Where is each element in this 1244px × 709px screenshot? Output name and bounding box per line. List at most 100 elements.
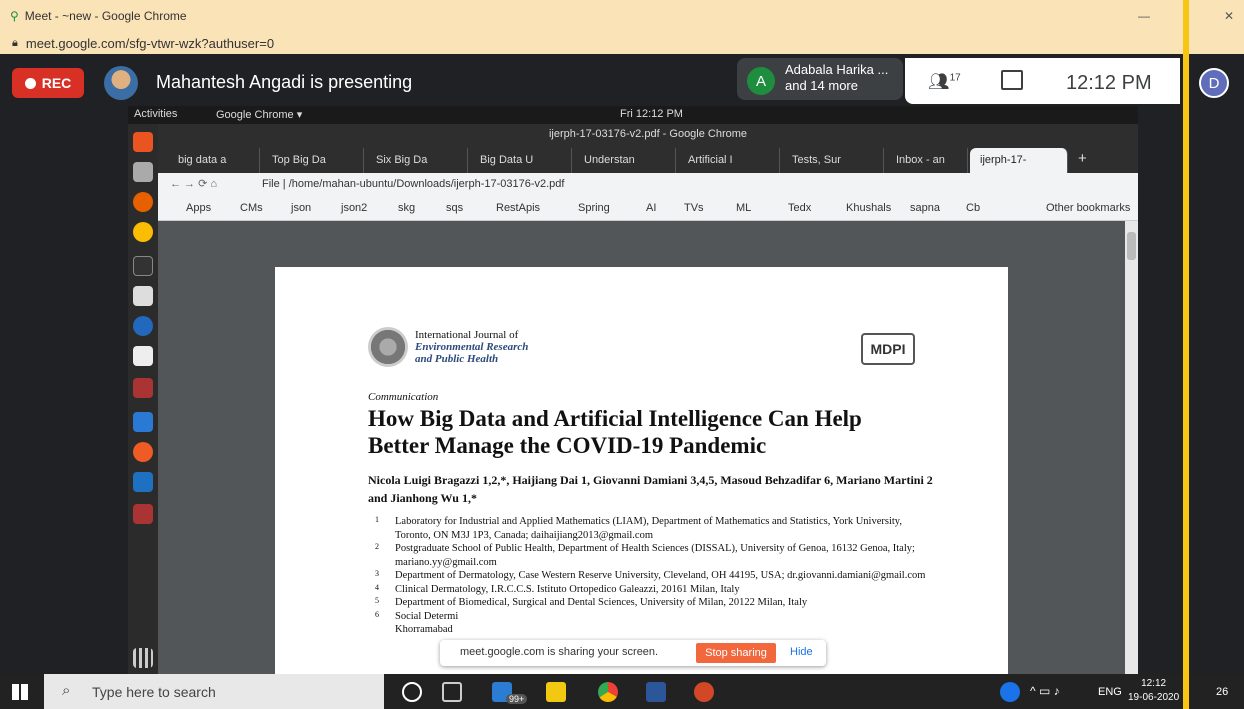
window-title: Meet - ~new - Google Chrome — [24, 9, 187, 23]
files-icon[interactable] — [133, 162, 153, 182]
bookmark[interactable]: Cb — [966, 202, 980, 214]
postman-icon[interactable] — [133, 442, 153, 462]
record-dot-icon — [24, 77, 36, 89]
bookmark[interactable]: CMs — [240, 202, 263, 214]
bookmark[interactable]: json2 — [341, 202, 367, 214]
publisher-logo: MDPI — [861, 333, 915, 365]
new-tab-icon[interactable]: + — [1078, 150, 1087, 167]
help-icon[interactable] — [1000, 682, 1020, 702]
affiliations: 1 Laboratory for Industrial and Applied M… — [375, 515, 935, 637]
chrome-dock-icon[interactable] — [133, 222, 153, 242]
other-bookmarks[interactable]: Other bookmarks — [1046, 202, 1130, 214]
user-avatar[interactable]: D — [1199, 68, 1229, 98]
stop-sharing-button[interactable]: Stop sharing — [696, 643, 776, 663]
bookmark[interactable]: AI — [646, 202, 656, 214]
omnibox[interactable]: ← → ⟳ ⌂ File | /home/mahan-ubuntu/Downlo… — [158, 173, 1138, 197]
participant-label: Adabala Harika ... and 14 more — [785, 62, 888, 94]
bookmark[interactable]: json — [291, 202, 311, 214]
ubuntu-top-bar: Activities Google Chrome ▾ Fri 12:12 PM — [128, 106, 1138, 124]
ubuntu-clock: Fri 12:12 PM — [620, 108, 683, 120]
window-title-bar: ⚲ Meet - ~new - Google Chrome — ✕ — [0, 0, 1244, 32]
system-tray-icons[interactable]: ^ ▭ ♪ — [1030, 684, 1060, 698]
affiliation: 4 Clinical Dermatology, I.R.C.C.S. Istitu… — [375, 582, 740, 595]
minimize-button[interactable]: — — [1138, 9, 1150, 23]
tab[interactable]: Tests, Sur — [782, 148, 884, 173]
ubuntu-software-icon[interactable] — [133, 132, 153, 152]
journal-logo — [368, 327, 408, 367]
tab[interactable]: Big Data U — [470, 148, 572, 173]
tab[interactable]: Artificial I — [678, 148, 780, 173]
tab-active[interactable]: ijerph-17- — [970, 148, 1068, 173]
meet-icon: ⚲ — [10, 9, 19, 23]
tab[interactable]: Understan — [574, 148, 676, 173]
text-editor-icon[interactable] — [133, 286, 153, 306]
firefox-icon[interactable] — [133, 192, 153, 212]
bookmark[interactable]: ML — [736, 202, 751, 214]
cortana-icon[interactable] — [402, 682, 422, 702]
tab[interactable]: Six Big Da — [366, 148, 468, 173]
word-icon[interactable] — [646, 682, 666, 702]
presenting-text: Mahantesh Angadi is presenting — [156, 72, 413, 92]
address-text[interactable]: File | /home/mahan-ubuntu/Downloads/ijer… — [262, 178, 564, 190]
show-apps-icon[interactable] — [133, 648, 153, 668]
file-explorer-icon[interactable] — [546, 682, 566, 702]
powerpoint-icon[interactable] — [694, 682, 714, 702]
participant-more: and 14 more — [785, 78, 858, 93]
affiliation: 2 Postgraduate School of Public Health, D… — [375, 542, 915, 568]
active-app-menu[interactable]: Google Chrome ▾ — [216, 108, 302, 121]
affiliation: 6 Social Determi — [375, 609, 459, 622]
tab[interactable]: Inbox - an — [886, 148, 968, 173]
recording-badge: REC — [12, 68, 84, 98]
search-icon: ⌕ — [62, 682, 71, 699]
bookmark[interactable]: Khushals — [846, 202, 891, 214]
rec-label: REC — [41, 75, 72, 91]
bookmark[interactable]: Spring — [578, 202, 610, 214]
participant-name: Adabala Harika ... — [785, 62, 889, 77]
windows-start-icon[interactable] — [12, 684, 28, 700]
url-bar[interactable]: 🔒︎ meet.google.com/sfg-vtwr-wzk?authuser… — [0, 32, 1244, 54]
tab[interactable]: big data a — [168, 148, 260, 173]
journal-line: and Public Health — [415, 353, 499, 365]
tab-strip: big data a Top Big Da Six Big Da Big Dat… — [158, 145, 1138, 173]
task-view-icon[interactable] — [442, 682, 462, 702]
meet-clock: 12:12 PM — [1066, 72, 1152, 94]
people-count: 17 — [949, 72, 961, 84]
activities[interactable]: Activities — [134, 108, 177, 120]
bookmark[interactable]: Apps — [186, 202, 211, 214]
sharing-message: meet.google.com is sharing your screen. — [460, 646, 659, 658]
bookmark[interactable]: sqs — [446, 202, 463, 214]
url-text[interactable]: meet.google.com/sfg-vtwr-wzk?authuser=0 — [26, 36, 274, 51]
scrollbar[interactable] — [1125, 221, 1138, 674]
network-icon[interactable] — [133, 378, 153, 398]
network2-icon[interactable] — [133, 504, 153, 524]
chrome-taskbar-icon[interactable] — [598, 682, 618, 702]
scrollbar-thumb[interactable] — [1127, 232, 1136, 260]
vscode-icon[interactable] — [133, 472, 153, 492]
bookmarks-bar: Apps CMs json json2 skg sqs RestApis Spr… — [158, 197, 1138, 221]
app-icon[interactable] — [133, 346, 153, 366]
bookmark[interactable]: skg — [398, 202, 415, 214]
pdf-page: International Journal of Environmental R… — [275, 267, 1008, 674]
close-button[interactable]: ✕ — [1224, 9, 1234, 23]
notification-count[interactable]: 26 — [1216, 686, 1228, 698]
r-icon[interactable] — [133, 316, 153, 336]
authors: Nicola Luigi Bragazzi 1,2,*, Haijiang Da… — [368, 473, 933, 505]
journal-line: Environmental Research — [415, 341, 529, 353]
lock-icon: 🔒︎ — [12, 36, 18, 49]
bookmark[interactable]: TVs — [684, 202, 704, 214]
bookmark[interactable]: sapna — [910, 202, 940, 214]
tab[interactable]: Top Big Da — [262, 148, 364, 173]
bookmark[interactable]: Tedx — [788, 202, 811, 214]
checkbox-app-icon[interactable] — [133, 412, 153, 432]
terminal-icon[interactable] — [133, 256, 153, 276]
mail-badge: 99+ — [506, 694, 528, 704]
people-icon[interactable]: 👥︎17 — [928, 72, 961, 92]
taskbar-search[interactable]: Type here to search — [44, 674, 384, 709]
nav-icons[interactable]: ← → ⟳ ⌂ — [170, 177, 217, 190]
screen-share-border — [1183, 0, 1189, 709]
system-clock[interactable]: 12:12 19-06-2020 — [1128, 677, 1179, 705]
bookmark[interactable]: RestApis — [496, 202, 540, 214]
chat-icon[interactable] — [1001, 70, 1023, 90]
language-indicator[interactable]: ENG — [1098, 686, 1122, 698]
hide-button[interactable]: Hide — [790, 646, 813, 658]
